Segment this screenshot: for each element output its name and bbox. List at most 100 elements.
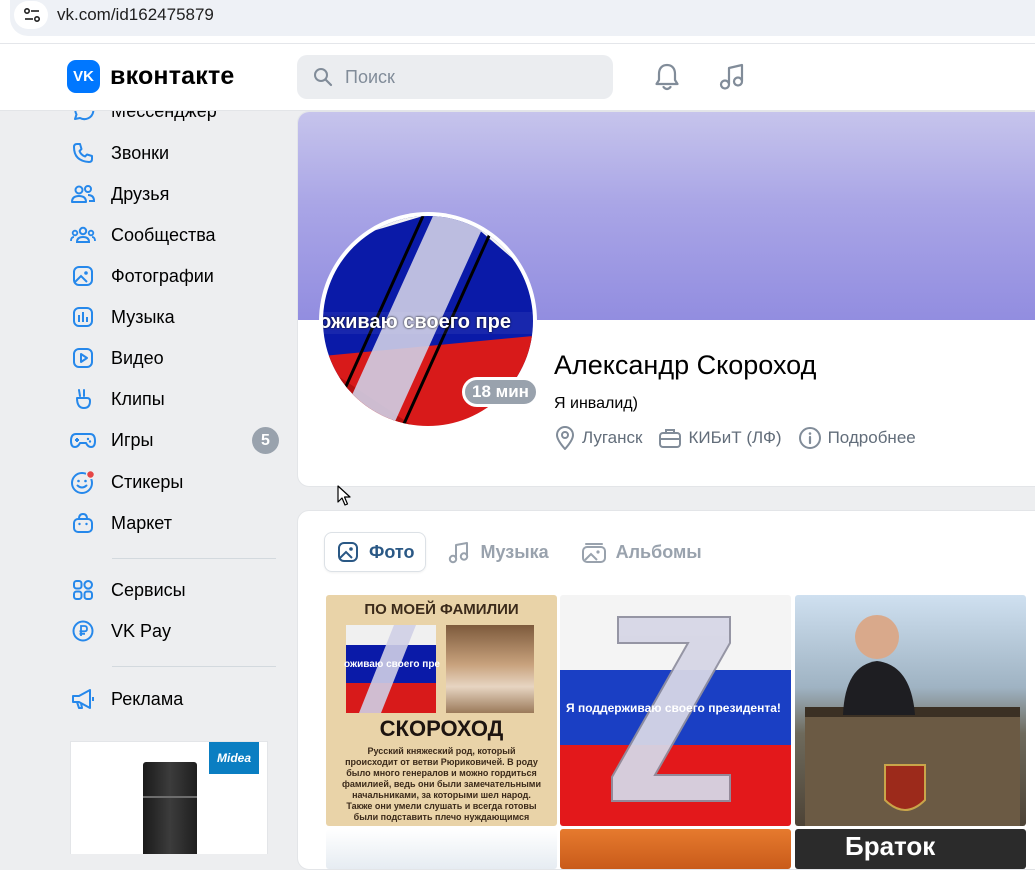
sticker-icon [70, 469, 96, 495]
sidebar-item-video[interactable]: Видео [70, 340, 285, 376]
tab-label: Фото [369, 542, 414, 563]
tab-label: Музыка [480, 542, 548, 563]
left-sidebar: Мессенджер Звонки Друзья Сообщества Фото… [0, 111, 290, 854]
city-label: Луганск [582, 428, 642, 448]
profile-header-card: оживаю своего пре 18 мин Александр Скоро… [297, 111, 1035, 487]
photo-caption: Браток [845, 831, 935, 862]
sidebar-item-label: Фотографии [111, 266, 214, 287]
gamepad-icon [70, 427, 96, 453]
bell-icon[interactable] [653, 62, 681, 92]
photo-person-image [795, 595, 1026, 826]
sidebar-item-label: Клипы [111, 389, 165, 410]
photo-surname-text: СКОРОХОД [326, 716, 557, 742]
vkpay-icon [70, 618, 96, 644]
photo-body-text: Русский княжеский род, который происходи… [340, 746, 543, 823]
video-icon [70, 345, 96, 371]
more-info-label: Подробнее [828, 428, 916, 448]
sidebar-item-ads[interactable]: Реклама [70, 681, 285, 717]
services-grid-icon [70, 577, 96, 603]
search-icon [313, 67, 333, 87]
sidebar-item-stickers[interactable]: Стикеры [70, 464, 285, 500]
profile-media-card: Фото Музыка Альбомы ПО МОЕЙ ФАМИЛИИ ожив… [297, 510, 1035, 870]
sidebar-item-clips[interactable]: Клипы [70, 381, 285, 417]
photo-header-text: ПО МОЕЙ ФАМИЛИИ [326, 601, 557, 618]
search-input[interactable] [345, 65, 595, 89]
clips-icon [70, 386, 96, 412]
albums-icon [581, 540, 607, 564]
photo-thumbnail[interactable]: Браток [795, 829, 1026, 869]
photo-thumbnail[interactable]: Я поддерживаю своего президента! [560, 595, 791, 826]
sidebar-item-label: Сервисы [111, 580, 186, 601]
communities-icon [70, 222, 96, 248]
browser-address-bar: vk.com/id162475879 [0, 0, 1035, 44]
photo-thumbnail[interactable] [326, 829, 557, 869]
tab-label: Альбомы [616, 542, 702, 563]
sidebar-item-label: Мессенджер [111, 111, 217, 122]
sidebar-item-calls[interactable]: Звонки [70, 135, 285, 171]
photo-icon [336, 540, 360, 564]
vk-logo-mark: VK [67, 60, 100, 93]
education-label: КИБиТ (ЛФ) [688, 428, 781, 448]
phone-icon [70, 140, 96, 166]
music-note-icon [447, 540, 471, 564]
profile-status: Я инвалид) [554, 395, 638, 413]
sidebar-item-photos[interactable]: Фотографии [70, 258, 285, 294]
games-counter-badge: 5 [252, 427, 279, 454]
tune-icon [24, 8, 40, 22]
briefcase-icon [658, 427, 682, 449]
sidebar-item-label: Друзья [111, 184, 169, 205]
sidebar-item-music[interactable]: Музыка [70, 299, 285, 335]
sidebar-item-services[interactable]: Сервисы [70, 572, 285, 608]
photo-flag-caption: оживаю своего пре [344, 659, 440, 670]
tab-albums[interactable]: Альбомы [570, 532, 713, 572]
sidebar-item-label: VK Pay [111, 621, 171, 642]
sidebar-item-communities[interactable]: Сообщества [70, 217, 285, 253]
photo-caption: Я поддерживаю своего президента! [566, 701, 781, 715]
vk-logo[interactable]: VK вконтакте [67, 60, 235, 93]
photo-thumbnail[interactable] [795, 595, 1026, 826]
friends-icon [70, 181, 96, 207]
url-text[interactable]: vk.com/id162475879 [57, 5, 214, 25]
sidebar-item-market[interactable]: Маркет [70, 505, 285, 541]
location-pin-icon [554, 425, 576, 451]
ad-product-image [143, 762, 197, 854]
sidebar-divider [112, 558, 276, 559]
chat-bubble-icon [70, 111, 96, 124]
music-note-icon[interactable] [718, 62, 746, 92]
megaphone-icon [70, 686, 96, 712]
sidebar-item-label: Сообщества [111, 225, 216, 246]
sidebar-item-friends[interactable]: Друзья [70, 176, 285, 212]
sidebar-ad-banner[interactable]: Midea [70, 741, 268, 854]
sidebar-item-label: Игры [111, 430, 153, 451]
market-bag-icon [70, 510, 96, 536]
search-box[interactable] [297, 55, 613, 99]
photo-thumbnail[interactable]: ПО МОЕЙ ФАМИЛИИ оживаю своего пре СКОРОХ… [326, 595, 557, 826]
sidebar-item-label: Реклама [111, 689, 183, 710]
avatar-caption: оживаю своего пре [323, 311, 511, 334]
site-header: VK вконтакте [0, 44, 1035, 111]
sidebar-item-label: Маркет [111, 513, 172, 534]
music-bars-icon [70, 304, 96, 330]
photo-thumbnail[interactable] [560, 829, 791, 869]
sidebar-item-label: Видео [111, 348, 164, 369]
sidebar-item-games[interactable]: Игры 5 [70, 422, 285, 458]
tab-photos[interactable]: Фото [324, 532, 426, 572]
profile-info-row: Луганск КИБиТ (ЛФ) Подробнее [554, 425, 932, 451]
photo-portrait-image [446, 625, 534, 713]
mouse-cursor-icon [337, 485, 351, 507]
ad-brand-logo: Midea [209, 742, 259, 774]
last-seen-badge: 18 мин [462, 377, 539, 407]
profile-more-info[interactable]: Подробнее [798, 426, 916, 450]
site-settings-button[interactable] [14, 1, 48, 29]
sidebar-divider [112, 666, 276, 667]
sidebar-item-vkpay[interactable]: VK Pay [70, 613, 285, 649]
profile-city[interactable]: Луганск [554, 425, 642, 451]
sidebar-item-label: Музыка [111, 307, 175, 328]
tab-music[interactable]: Музыка [436, 532, 559, 572]
sidebar-item-label: Звонки [111, 143, 169, 164]
sidebar-item-messenger[interactable]: Мессенджер [70, 111, 285, 129]
info-icon [798, 426, 822, 450]
profile-name: Александр Скороход [554, 350, 816, 381]
profile-education[interactable]: КИБиТ (ЛФ) [658, 427, 781, 449]
vk-logo-text: вконтакте [110, 62, 235, 91]
